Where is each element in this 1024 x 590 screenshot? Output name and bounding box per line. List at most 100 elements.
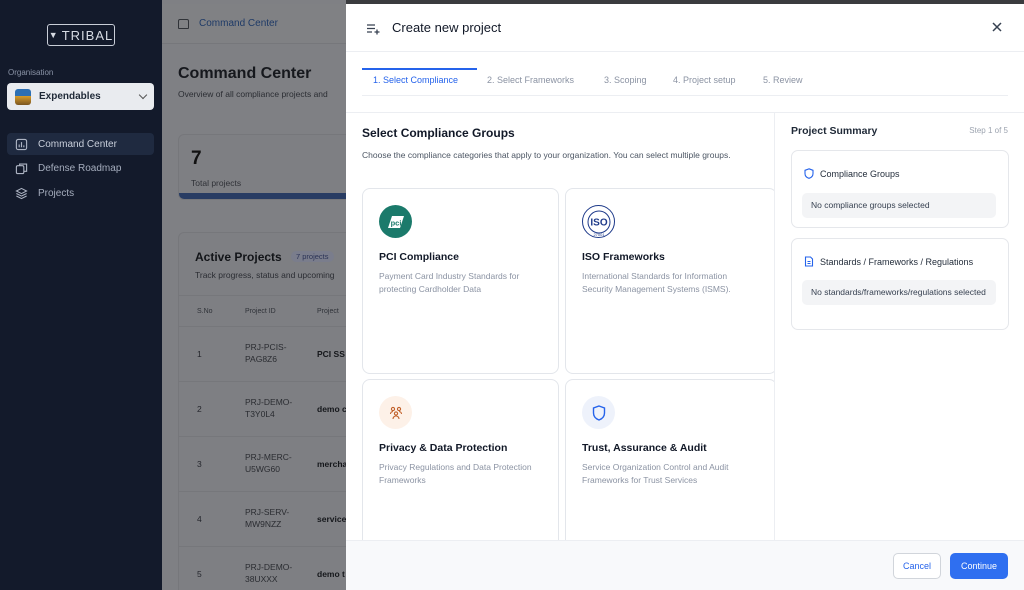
step-select-compliance[interactable]: 1. Select Compliance (373, 75, 458, 85)
section-title: Select Compliance Groups (362, 126, 515, 140)
table-row[interactable]: 4 PRJ-SERV-MW9NZZ service (179, 492, 346, 547)
add-list-icon (366, 22, 380, 34)
sidebar-item-projects[interactable]: Projects (7, 182, 154, 204)
sidebar: ▼ TRIBAL Organisation Expendables Comman… (0, 0, 162, 590)
iso-logo-icon: ISO 27001 (582, 205, 615, 238)
card-title: PCI Compliance (379, 251, 459, 263)
project-summary-panel: Project Summary Step 1 of 5 Compliance G… (774, 112, 1024, 540)
step-project-setup[interactable]: 4. Project setup (673, 75, 736, 85)
row-project-id: PRJ-SERV-MW9NZZ (245, 507, 290, 529)
shield-icon (582, 396, 615, 429)
empty-state: No standards/frameworks/regulations sele… (802, 280, 996, 305)
modal-title: Create new project (392, 20, 502, 35)
table-row[interactable]: 5 PRJ-DEMO-38UXXX demo t (179, 547, 346, 590)
pci-logo-text: pci (390, 218, 401, 227)
card-description: Payment Card Industry Standards for prot… (379, 271, 520, 294)
table-row[interactable]: 2 PRJ-DEMO-T3Y0L4 demo c (179, 382, 346, 437)
command-center-page: Command Center Command Center Overview o… (162, 0, 346, 590)
create-project-modal: Create new project 1. Select Compliance … (346, 4, 1024, 590)
row-project-id: PRJ-DEMO-T3Y0L4 (245, 397, 293, 419)
sidebar-item-label: Projects (38, 187, 75, 199)
compliance-card-trust[interactable]: Trust, Assurance & Audit Service Organiz… (565, 379, 774, 540)
active-projects-subtitle: Track progress, status and upcoming (195, 270, 335, 280)
row-project-name: mercha (317, 459, 346, 469)
sidebar-nav: Command Center Defense Roadmap Projects (7, 133, 154, 207)
table-row[interactable]: 1 PRJ-PCIS-PAG8Z6 PCI SS (179, 327, 346, 382)
table-row[interactable]: 3 PRJ-MERC-U5WG60 mercha (179, 437, 346, 492)
card-title: Trust, Assurance & Audit (582, 442, 707, 454)
column-header[interactable]: S.No (197, 308, 213, 315)
page-subtitle: Overview of all compliance projects and (178, 89, 328, 99)
summary-section-label: Standards / Frameworks / Regulations (820, 256, 974, 267)
modal-header: Create new project (346, 4, 1024, 52)
stat-value: 7 (191, 148, 202, 169)
shield-check-icon (804, 168, 814, 179)
row-sno: 2 (197, 404, 202, 414)
summary-section-header: Compliance Groups (804, 168, 900, 179)
row-project-id: PRJ-DEMO-38UXXX (245, 562, 293, 584)
empty-state: No compliance groups selected (802, 193, 996, 218)
step-review[interactable]: 5. Review (763, 75, 803, 85)
tribal-logo[interactable]: ▼ TRIBAL (47, 24, 115, 46)
roadmap-icon (15, 162, 28, 175)
row-project-name: PCI SS (317, 349, 345, 359)
card-description: Privacy Regulations and Data Protection … (379, 462, 532, 485)
org-selector[interactable]: Expendables (7, 83, 154, 110)
row-project-name: service (317, 514, 346, 524)
people-icon (379, 396, 412, 429)
org-label: Organisation (8, 68, 54, 77)
card-title: ISO Frameworks (582, 251, 665, 263)
modal-footer: Cancel Continue (346, 540, 1024, 590)
step-select-frameworks[interactable]: 2. Select Frameworks (487, 75, 574, 85)
row-sno: 1 (197, 349, 202, 359)
projects-count-badge: 7 projects (291, 251, 334, 262)
sidebar-item-label: Command Center (38, 138, 117, 150)
page-title: Command Center (178, 65, 312, 82)
logo-text: TRIBAL (61, 27, 114, 43)
row-project-name: demo t (317, 569, 345, 579)
summary-section-label: Compliance Groups (820, 168, 900, 179)
row-project-name: demo c (317, 404, 346, 414)
sidebar-item-label: Defense Roadmap (38, 163, 122, 174)
continue-button[interactable]: Continue (950, 553, 1008, 579)
column-header[interactable]: Project (317, 308, 339, 315)
chevron-down-icon (138, 90, 148, 100)
compliance-card-iso[interactable]: ISO 27001 ISO Frameworks International St… (565, 188, 774, 374)
pci-logo-icon: pci (379, 205, 412, 238)
close-icon[interactable] (990, 20, 1004, 34)
triangle-logo-icon: ▼ (48, 30, 59, 40)
iso-logo-text: ISO (590, 217, 607, 228)
cancel-button[interactable]: Cancel (893, 553, 941, 579)
summary-standards: Standards / Frameworks / Regulations No … (791, 238, 1009, 330)
summary-title: Project Summary (791, 125, 878, 137)
document-icon (804, 256, 814, 267)
wizard-steps: 1. Select Compliance 2. Select Framework… (362, 68, 1008, 96)
row-project-id: PRJ-MERC-U5WG60 (245, 452, 292, 474)
stat-label: Total projects (191, 178, 242, 188)
breadcrumb: Command Center (162, 4, 346, 44)
compliance-card-pci[interactable]: pci PCI Compliance Payment Card Industry… (362, 188, 559, 374)
breadcrumb-item[interactable]: Command Center (199, 18, 278, 29)
summary-compliance-groups: Compliance Groups No compliance groups s… (791, 150, 1009, 228)
home-icon[interactable] (178, 18, 189, 29)
active-step-indicator (362, 68, 477, 70)
org-avatar (15, 88, 31, 105)
row-sno: 5 (197, 569, 202, 579)
summary-section-header: Standards / Frameworks / Regulations (804, 256, 973, 267)
column-header[interactable]: Project ID (245, 308, 276, 315)
step-indicator: Step 1 of 5 (969, 126, 1008, 135)
step-scoping[interactable]: 3. Scoping (604, 75, 647, 85)
stat-progress-bar (179, 193, 346, 199)
row-sno: 4 (197, 514, 202, 524)
active-projects-card: Active Projects 7 projects Track progres… (178, 232, 346, 590)
sidebar-item-command-center[interactable]: Command Center (7, 133, 154, 155)
sidebar-item-defense-roadmap[interactable]: Defense Roadmap (7, 158, 154, 180)
layers-icon (15, 187, 28, 200)
card-description: Service Organization Control and Audit F… (582, 462, 729, 485)
iso-logo-subtext: 27001 (593, 232, 605, 237)
active-projects-title: Active Projects (195, 250, 282, 264)
compliance-card-privacy[interactable]: Privacy & Data Protection Privacy Regula… (362, 379, 559, 540)
card-description: International Standards for Information … (582, 271, 731, 294)
total-projects-card: 7 Total projects (178, 134, 346, 200)
org-name: Expendables (39, 91, 101, 102)
